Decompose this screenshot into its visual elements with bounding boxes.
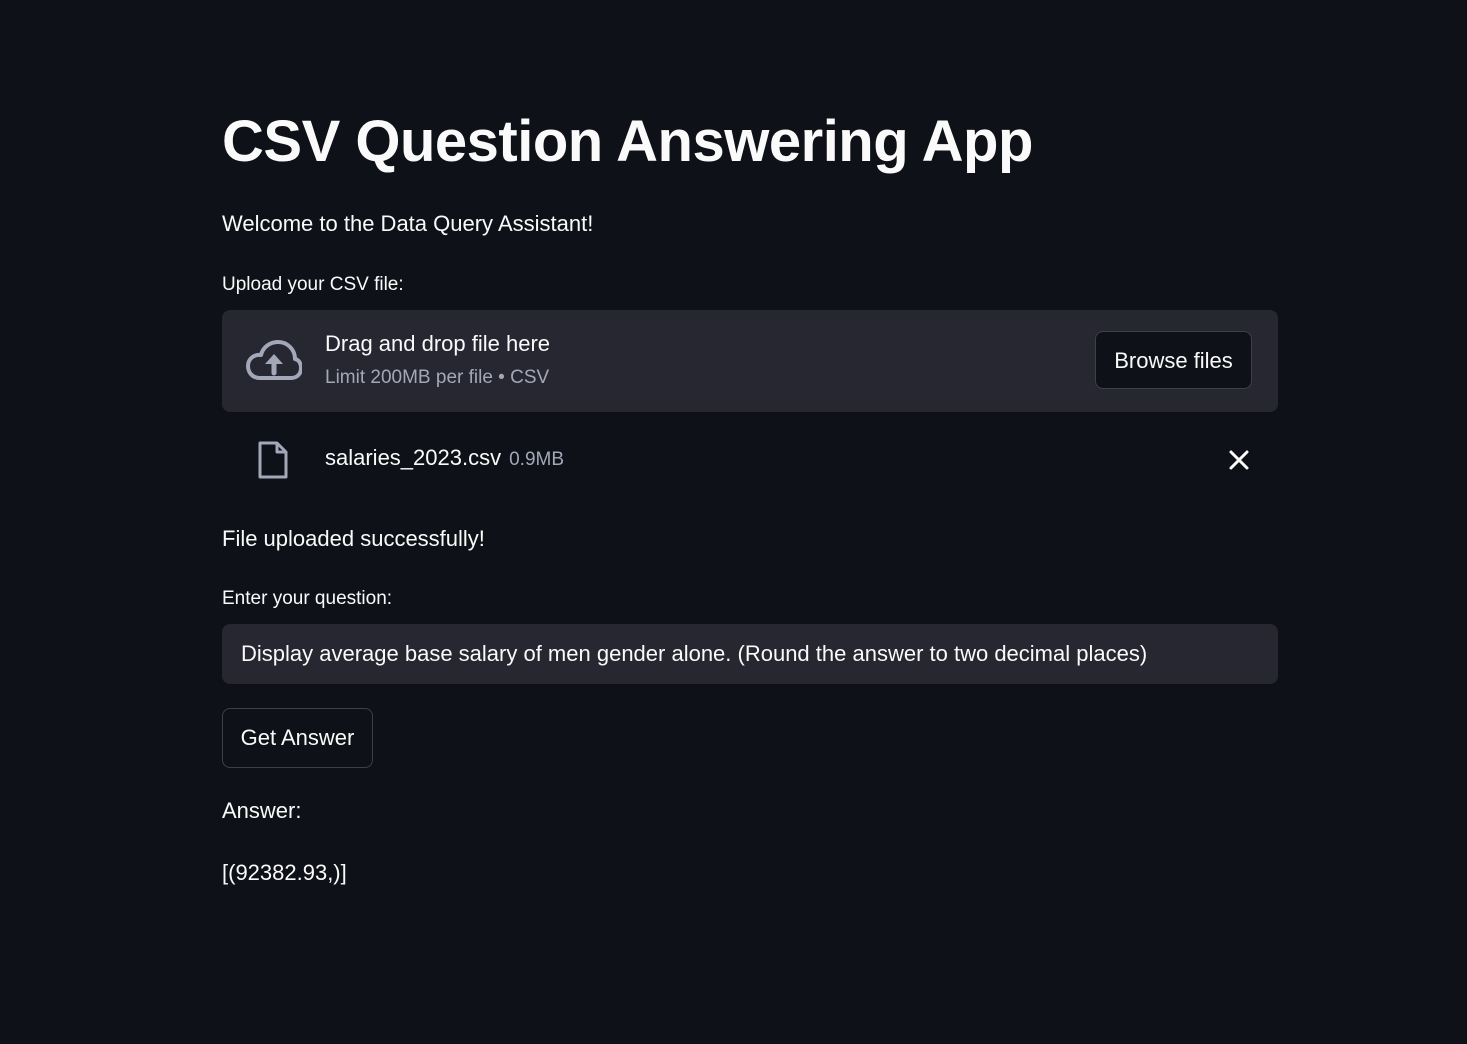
upload-label: Upload your CSV file: bbox=[222, 274, 404, 295]
dropzone-title: Drag and drop file here bbox=[325, 331, 551, 356]
cloud-upload-icon bbox=[246, 340, 302, 380]
get-answer-button[interactable]: Get Answer bbox=[222, 708, 373, 768]
file-name-text: salaries_2023.csv bbox=[325, 445, 502, 470]
close-icon[interactable] bbox=[1227, 448, 1251, 472]
file-dropzone[interactable]: Drag and drop file here Limit 200MB per … bbox=[222, 310, 1278, 412]
file-icon bbox=[258, 441, 288, 479]
file-size: 0.9MB bbox=[509, 449, 565, 470]
answer-label: Answer: bbox=[222, 798, 302, 823]
welcome-text: Welcome to the Data Query Assistant! bbox=[222, 211, 594, 236]
uploaded-file-row: salaries_2023.csv 0.9MB bbox=[222, 430, 1278, 490]
dropzone-subtitle: Limit 200MB per file • CSV bbox=[325, 367, 550, 388]
upload-success-message: File uploaded successfully! bbox=[222, 526, 485, 551]
answer-value: [(92382.93,)] bbox=[222, 860, 347, 885]
uploaded-file-name: salaries_2023.csv 0.9MB bbox=[325, 444, 564, 474]
question-input[interactable] bbox=[222, 624, 1278, 684]
question-label: Enter your question: bbox=[222, 588, 393, 609]
page-title: CSV Question Answering App bbox=[222, 109, 1033, 174]
browse-files-button[interactable]: Browse files bbox=[1095, 331, 1252, 389]
